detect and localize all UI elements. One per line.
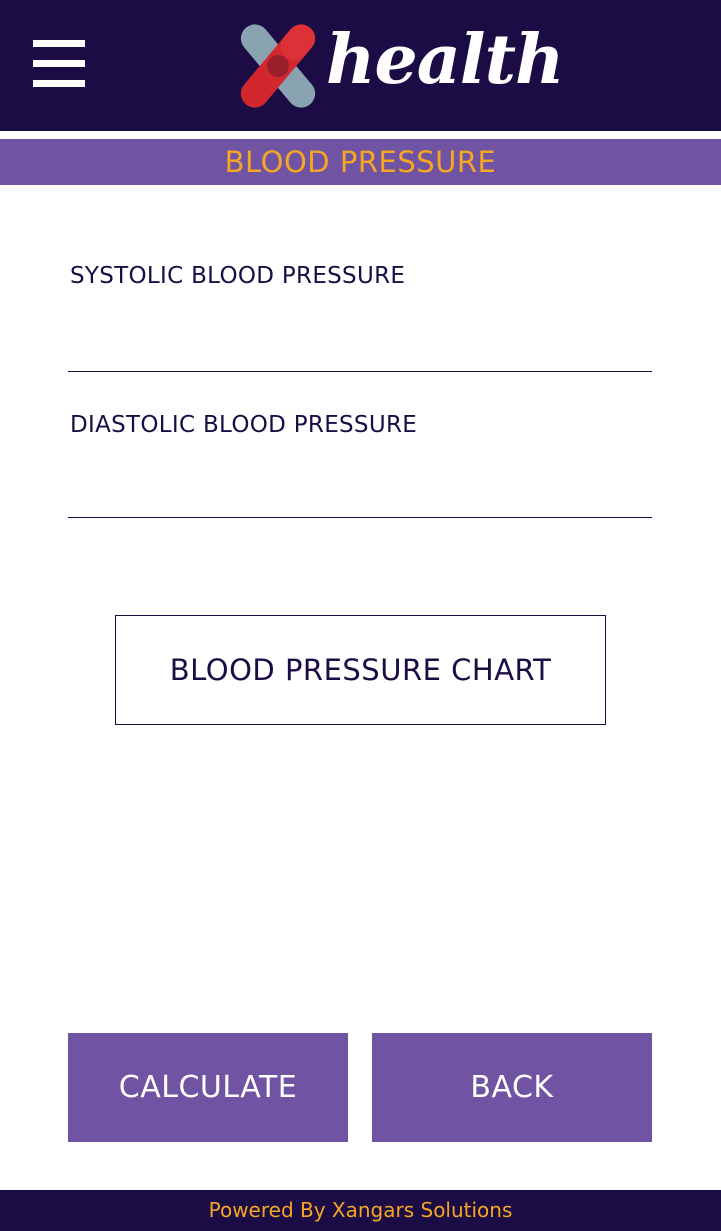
- blood-pressure-chart-button[interactable]: BLOOD PRESSURE CHART: [115, 615, 606, 725]
- page-title: BLOOD PRESSURE: [224, 145, 497, 179]
- header-divider: [0, 131, 721, 139]
- logo-text: health: [326, 20, 564, 100]
- footer-text: Powered By Xangars Solutions: [208, 1198, 513, 1222]
- page-title-bar: BLOOD PRESSURE: [0, 139, 721, 185]
- app-logo: health: [230, 18, 564, 114]
- diastolic-label: DIASTOLIC BLOOD PRESSURE: [70, 412, 418, 438]
- calculate-button[interactable]: CALCULATE: [68, 1033, 348, 1142]
- systolic-label: SYSTOLIC BLOOD PRESSURE: [70, 263, 406, 289]
- systolic-input[interactable]: [68, 322, 652, 372]
- footer: Powered By Xangars Solutions: [0, 1190, 721, 1231]
- back-button[interactable]: BACK: [372, 1033, 652, 1142]
- menu-button[interactable]: [33, 40, 85, 92]
- app-header: health: [0, 0, 721, 131]
- x-cross-logo-icon: [240, 24, 316, 108]
- diastolic-input[interactable]: [68, 468, 652, 518]
